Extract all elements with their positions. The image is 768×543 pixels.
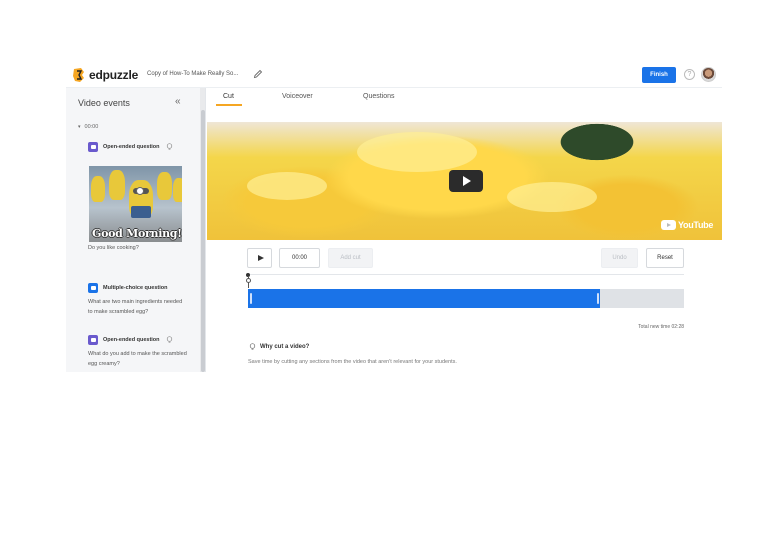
document-title[interactable]: Copy of How-To Make Really So... [147,71,238,77]
cut-start-handle[interactable] [250,293,252,304]
why-cut-title: Why cut a video? [260,344,310,350]
event-multiple-choice-question[interactable]: Multiple-choice question [88,283,167,293]
open-ended-question-icon [88,335,98,345]
finish-button[interactable]: Finish [642,67,676,83]
event-type-label: Open-ended question [103,337,160,343]
event-open-ended-question[interactable]: Open-ended question [88,335,173,345]
cut-end-handle[interactable] [597,293,599,304]
video-play-button[interactable] [449,170,483,192]
youtube-label: YouTube [678,220,714,230]
tab-questions[interactable]: Questions [363,93,395,100]
youtube-icon [661,220,676,230]
why-cut-description: Save time by cutting any sections from t… [248,359,457,365]
edpuzzle-logo[interactable]: edpuzzle [72,67,138,83]
play-button[interactable] [247,248,272,268]
sidebar-scrollbar-thumb[interactable] [201,110,205,372]
why-cut-heading: Why cut a video? [249,343,309,351]
top-bar: edpuzzle Copy of How-To Make Really So..… [66,62,722,88]
video-player[interactable]: YouTube [207,122,722,240]
add-cut-button[interactable]: Add cut [328,248,373,268]
play-icon [257,255,264,261]
question-text[interactable]: What are two main ingredients needed to … [88,298,188,317]
reset-button[interactable]: Reset [646,248,684,268]
time-field[interactable]: 00:00 [279,248,320,268]
lightbulb-icon [249,343,256,350]
event-timestamp[interactable]: 00:00 [78,124,99,130]
lightbulb-icon [166,143,172,150]
lightbulb-icon [166,336,172,343]
help-icon[interactable]: ? [684,69,695,80]
avatar[interactable] [701,67,716,82]
open-ended-question-icon [88,142,98,152]
event-type-label: Open-ended question [103,144,160,150]
play-icon [463,176,471,186]
timeline-kept-segment[interactable] [248,289,600,308]
tab-voiceover[interactable]: Voiceover [282,93,313,100]
brand-name: edpuzzle [89,68,139,82]
edpuzzle-logo-icon [73,68,84,82]
collapse-sidebar-icon[interactable]: « [175,96,181,107]
question-thumbnail[interactable]: Good Morning! [89,166,182,242]
app-window: edpuzzle Copy of How-To Make Really So..… [66,62,722,372]
sidebar-title: Video events [78,98,130,108]
timeline-ruler [248,274,684,275]
event-type-label: Multiple-choice question [103,285,168,291]
undo-button[interactable]: Undo [601,248,638,268]
thumbnail-caption: Good Morning! [92,227,182,240]
total-new-time: Total new time 02:28 [638,324,684,330]
question-text[interactable]: Do you like cooking? [88,244,188,254]
video-events-sidebar: Video events « 00:00 Open-ended question… [66,88,206,372]
playhead-handle[interactable] [245,278,251,283]
active-tab-indicator [216,104,242,106]
tab-cut[interactable]: Cut [223,93,234,100]
event-open-ended-question[interactable]: Open-ended question [88,142,173,152]
youtube-watermark[interactable]: YouTube [661,220,713,230]
multiple-choice-question-icon [88,283,98,293]
pencil-icon[interactable] [253,69,263,79]
question-text[interactable]: What do you add to make the scrambled eg… [88,350,188,369]
